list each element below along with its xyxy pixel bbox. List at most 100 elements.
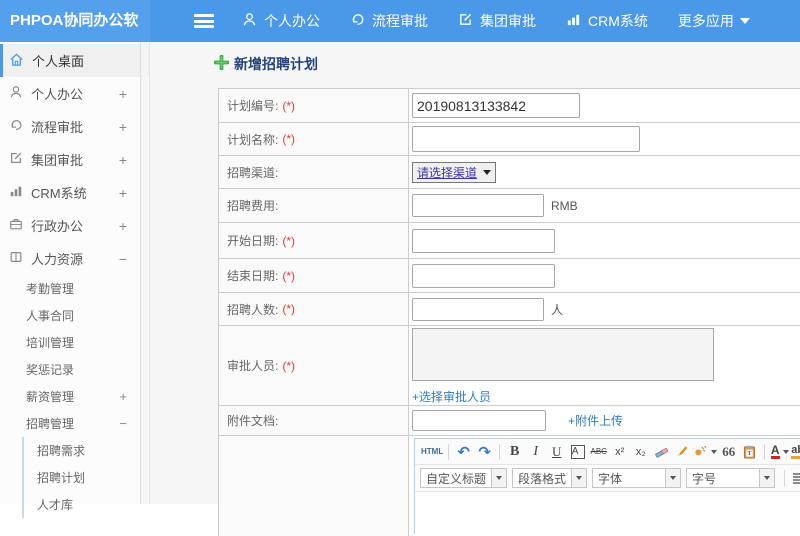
html-source-button[interactable]: HTML [421, 442, 443, 462]
end-date-input[interactable] [412, 263, 555, 288]
expand-plus-icon[interactable]: + [119, 86, 127, 102]
sidebar-item-attendance[interactable]: 考勤管理 [0, 275, 149, 302]
bar-chart-icon [9, 184, 31, 201]
sidebar-item-recruit-mgmt[interactable]: 招聘管理 − [0, 410, 149, 437]
choose-approver-link[interactable]: +选择审批人员 [412, 388, 491, 405]
add-plus-icon [213, 54, 234, 73]
dropdown-caret-icon [782, 449, 789, 454]
sidebar-scrollbar[interactable] [140, 42, 148, 504]
dropdown-caret-icon [711, 449, 718, 454]
format-brush-icon[interactable] [673, 442, 692, 462]
edit-icon [9, 151, 31, 168]
sidebar-item-crm-system[interactable]: CRM系统 + [0, 176, 149, 209]
nav-workflow-approval[interactable]: 流程审批 [350, 11, 428, 31]
redo-icon[interactable]: ↷ [475, 442, 494, 462]
sidebar-item-hr-contracts[interactable]: 人事合同 [0, 302, 149, 329]
format-painter-icon[interactable] [694, 442, 718, 462]
subscript-button[interactable]: x₂ [631, 442, 650, 462]
start-date-input[interactable] [412, 228, 555, 253]
required-mark: (*) [282, 132, 296, 146]
sidebar-item-workflow-approval[interactable]: 流程审批 + [0, 110, 149, 143]
paste-text-icon[interactable]: T [740, 442, 759, 462]
form-row-approver: 审批人员: (*) +选择审批人员 [219, 326, 800, 406]
form-row-editor: HTML ↶ ↷ B I U A ABC x² x₂ 66 T A a 自定义标… [219, 436, 800, 536]
form-row-end-date: 结束日期: (*) [219, 259, 800, 293]
sidebar-item-training[interactable]: 培训管理 [0, 329, 149, 356]
nav-crm-system[interactable]: CRM系统 [566, 11, 648, 31]
form-row-plan-name: 计划名称: (*) [219, 123, 800, 156]
plan-no-input[interactable] [412, 93, 580, 118]
highlight-color-button[interactable]: ab [791, 444, 800, 459]
expand-plus-icon[interactable]: + [119, 218, 127, 234]
sidebar-item-recruit-demand[interactable]: 招聘需求 [24, 437, 149, 464]
workflow-icon [9, 118, 31, 135]
form-row-start-date: 开始日期: (*) [219, 223, 800, 259]
sidebar-item-talent-pool[interactable]: 人才库 [24, 491, 149, 518]
attachment-input[interactable] [412, 410, 546, 431]
expand-plus-icon[interactable]: + [119, 152, 127, 168]
bold-button[interactable]: B [505, 442, 524, 462]
nav-group-approval[interactable]: 集团审批 [458, 11, 536, 31]
undo-icon[interactable]: ↶ [454, 442, 473, 462]
home-icon [9, 52, 32, 70]
collapse-minus-icon[interactable]: − [119, 251, 127, 267]
sidebar-item-group-approval[interactable]: 集团审批 + [0, 143, 149, 176]
font-size-combo[interactable]: 字号 [686, 468, 776, 488]
headcount-input[interactable] [412, 297, 544, 321]
blockquote-button[interactable]: 66 [719, 442, 738, 462]
required-mark: (*) [282, 268, 296, 283]
sidebar-item-admin-office[interactable]: 行政办公 + [0, 209, 149, 242]
combo-caret-icon [759, 469, 775, 487]
bar-chart-icon [566, 12, 588, 30]
edit-icon [458, 12, 480, 30]
collapse-minus-icon[interactable]: − [119, 416, 127, 431]
main-content: 新增招聘计划 计划编号:(*) 计划名称:(*) 招聘渠道: 请选择渠道 招聘费… [150, 42, 800, 536]
strikethrough-button[interactable]: ABC [589, 442, 608, 462]
plan-no-label: 计划编号: [227, 99, 279, 113]
channel-label: 招聘渠道: [227, 165, 279, 180]
editor-content-area[interactable] [415, 492, 800, 534]
page-header: 新增招聘计划 [213, 54, 318, 74]
form-row-channel: 招聘渠道: 请选择渠道 [219, 156, 800, 189]
top-bar: PHPOA协同办公软件 个人办公 流程审批 集团审批 CRM系统 更多应用 [0, 0, 800, 71]
plan-name-label: 计划名称: [227, 132, 279, 147]
font-color-button[interactable]: A [770, 444, 780, 459]
combo-caret-icon [665, 469, 681, 487]
expand-plus-icon[interactable]: + [119, 185, 127, 201]
plan-name-input[interactable] [412, 126, 640, 152]
book-icon [9, 250, 31, 267]
form-row-headcount: 招聘人数: (*) 人 [219, 293, 800, 326]
sidebar-item-personal-office[interactable]: 个人办公 + [0, 77, 149, 110]
font-family-combo[interactable]: 字体 [592, 468, 682, 488]
sidebar-item-salary[interactable]: 薪资管理 + [0, 383, 149, 410]
nav-more-apps[interactable]: 更多应用 [678, 11, 750, 31]
svg-text:T: T [748, 450, 753, 457]
align-left-icon[interactable] [790, 468, 800, 488]
font-border-button[interactable]: A [570, 444, 585, 459]
required-mark: (*) [282, 358, 296, 373]
paragraph-format-combo[interactable]: 段落格式 [512, 468, 588, 488]
sidebar-item-rewards[interactable]: 奖惩记录 [0, 356, 149, 383]
eraser-icon[interactable] [652, 442, 671, 462]
select-caret-icon [483, 169, 492, 175]
underline-button[interactable]: U [547, 442, 566, 462]
end-date-label: 结束日期: [227, 269, 279, 283]
sidebar-item-human-resources[interactable]: 人力资源 − [0, 242, 149, 275]
nav-personal-office[interactable]: 个人办公 [242, 11, 320, 31]
italic-button[interactable]: I [526, 442, 545, 462]
sidebar-item-personal-desktop[interactable]: 个人桌面 [0, 44, 149, 77]
attachment-upload-link[interactable]: +附件上传 [568, 412, 623, 429]
hamburger-menu-icon[interactable] [194, 14, 214, 28]
channel-select[interactable]: 请选择渠道 [412, 161, 497, 183]
form-row-plan-no: 计划编号: (*) [219, 89, 800, 123]
briefcase-icon [9, 217, 31, 234]
custom-title-combo[interactable]: 自定义标题 [420, 468, 508, 488]
expand-plus-icon[interactable]: + [119, 119, 127, 135]
approver-textarea[interactable] [412, 328, 714, 381]
sidebar: 个人桌面 个人办公 + 流程审批 + 集团审批 + CRM系统 + 行政办公 + [0, 42, 150, 518]
superscript-button[interactable]: x² [610, 442, 629, 462]
expand-plus-icon[interactable]: + [119, 389, 127, 404]
required-mark: (*) [282, 98, 296, 113]
sidebar-item-recruit-plan[interactable]: 招聘计划 [24, 464, 149, 491]
fee-input[interactable] [412, 194, 544, 217]
